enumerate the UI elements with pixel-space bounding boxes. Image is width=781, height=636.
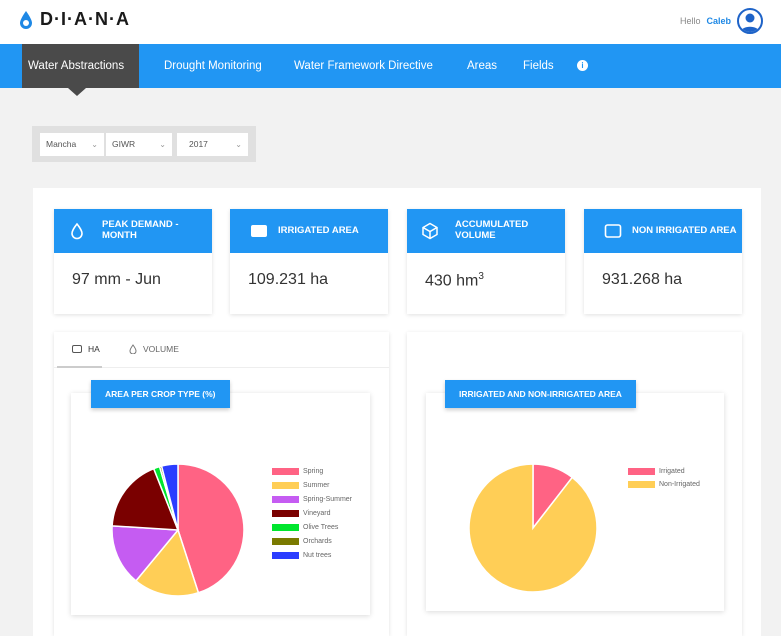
filter-bar: Mancha ⌄ GIWR ⌄ 2017 ⌄ [32,126,256,162]
app-logo[interactable]: D·I·A·N·A [18,9,130,30]
legend-swatch [272,482,299,489]
year-select[interactable]: 2017 ⌄ [177,133,248,156]
legend-swatch [272,510,299,517]
kpi-card-header: IRRIGATED AREA [230,209,388,253]
crop-type-pie-chart [111,463,245,597]
kpi-title: IRRIGATED AREA [278,224,359,236]
avatar[interactable] [737,8,763,34]
nav-areas[interactable]: Areas [467,44,497,88]
user-icon [741,13,759,32]
legend-item-olive-trees[interactable]: Olive Trees [272,524,338,531]
legend-item-orchards[interactable]: Orchards [272,538,332,545]
rectangle-outline-icon [72,345,82,353]
legend-label: Non-Irrigated [659,481,700,488]
legend-swatch [272,468,299,475]
type-select[interactable]: GIWR ⌄ [106,133,172,156]
drop-logo-icon [20,10,32,29]
region-select[interactable]: Mancha ⌄ [40,133,104,156]
kpi-card-accumulated-volume: ACCUMULATED VOLUME 430 hm3 [407,209,565,314]
kpi-value: 430 hm3 [425,271,484,290]
legend-swatch [628,481,655,488]
legend-swatch [272,524,299,531]
legend-label: Spring-Summer [303,496,353,503]
type-value: GIWR [112,139,136,149]
kpi-card-non-irrigated-area: NON IRRIGATED AREA 931.268 ha [584,209,742,314]
region-value: Mancha [46,139,77,149]
active-tab-indicator [57,366,102,368]
drop-outline-icon [129,344,137,354]
year-value: 2017 [189,139,208,149]
square-outline-icon [604,224,622,238]
nav-info[interactable]: i [577,44,588,88]
greeting-text: Hello [679,16,701,26]
chart-title: AREA PER CROP TYPE (%) [91,380,230,408]
legend-label: Irrigated [659,468,685,475]
kpi-value-superscript: 3 [478,271,484,282]
kpi-title: ACCUMULATED VOLUME [455,219,529,241]
kpi-card-header: ACCUMULATED VOLUME [407,209,565,253]
top-bar: D·I·A·N·A Hello Caleb [0,0,781,44]
legend-swatch [272,552,299,559]
user-menu[interactable]: Hello Caleb [680,8,763,34]
kpi-card-irrigated-area: IRRIGATED AREA 109.231 ha [230,209,388,314]
nav-drought-monitoring[interactable]: Drought Monitoring [164,44,262,88]
chevron-down-icon: ⌄ [159,140,166,149]
nav-water-abstractions[interactable]: Water Abstractions [22,44,139,88]
legend-item-vineyard[interactable]: Vineyard [272,510,331,517]
logo-text: D·I·A·N·A [40,9,130,29]
unit-tabs: HA VOLUME [54,332,389,368]
tab-label: VOLUME [143,344,179,354]
kpi-value: 109.231 ha [248,271,329,288]
chart-title: IRRIGATED AND NON-IRRIGATED AREA [445,380,636,408]
tab-label: HA [88,344,100,354]
legend-item-nut-trees[interactable]: Nut trees [272,552,331,559]
irrigation-pie-chart [468,463,598,593]
legend-label: Spring [303,468,324,475]
tab-volume[interactable]: VOLUME [129,344,179,354]
legend-item-spring[interactable]: Spring [272,468,323,475]
legend-label: Nut trees [303,552,332,559]
chevron-down-icon: ⌄ [91,140,98,149]
legend-item-summer[interactable]: Summer [272,482,329,489]
legend-item-non-irrigated[interactable]: Non-Irrigated [628,481,700,488]
legend-item-irrigated[interactable]: Irrigated [628,468,685,475]
legend-swatch [628,468,655,475]
legend-label: Olive Trees [303,524,339,531]
cube-icon [422,222,438,240]
legend-swatch [272,538,299,545]
legend-label: Orchards [303,538,332,545]
rectangle-icon [251,225,267,237]
kpi-value-number: 430 hm [425,272,479,290]
kpi-title: NON IRRIGATED AREA [632,224,737,236]
legend-item-spring-summer[interactable]: Spring-Summer [272,496,352,503]
kpi-card-peak-demand: PEAK DEMAND - MONTH 97 mm - Jun [54,209,212,314]
info-icon: i [577,60,588,72]
kpi-card-header: NON IRRIGATED AREA [584,209,742,253]
drop-icon [71,222,83,240]
kpi-title: PEAK DEMAND - MONTH [102,219,179,241]
pie-slice-non-irrigated[interactable] [468,463,598,593]
active-tab-pointer [68,88,86,96]
user-name: Caleb [706,16,731,26]
chevron-down-icon: ⌄ [235,140,242,149]
nav-fields[interactable]: Fields [523,44,554,88]
legend-label: Vineyard [303,510,331,517]
main-nav: Water Abstractions Drought Monitoring Wa… [0,44,781,88]
legend-label: Summer [303,482,330,489]
kpi-value: 931.268 ha [602,271,683,288]
kpi-value: 97 mm - Jun [72,271,161,288]
legend-swatch [272,496,299,503]
kpi-card-header: PEAK DEMAND - MONTH [54,209,212,253]
tab-ha[interactable]: HA [72,344,100,354]
nav-water-framework-directive[interactable]: Water Framework Directive [294,44,433,88]
